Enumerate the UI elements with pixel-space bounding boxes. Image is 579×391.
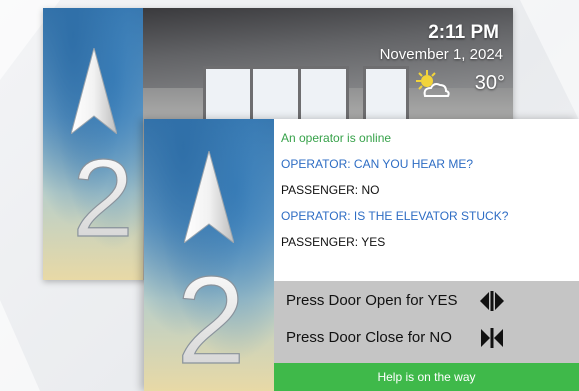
chat-log: An operator is online OPERATOR: CAN YOU … xyxy=(281,125,579,255)
chat-line-passenger: PASSENGER: YES xyxy=(281,235,386,249)
no-instruction: Press Door Close for NO xyxy=(286,329,452,346)
instructions-panel: Press Door Open for YES Press Door Close… xyxy=(274,281,579,363)
status-bar: Help is on the way xyxy=(274,363,579,391)
svg-text:2: 2 xyxy=(73,144,133,244)
up-arrow-icon xyxy=(184,151,234,243)
chat-line-operator: OPERATOR: IS THE ELEVATOR STUCK? xyxy=(281,209,509,223)
clock-date: November 1, 2024 xyxy=(379,46,503,63)
temperature: 30° xyxy=(474,72,505,94)
floor-number: 2 xyxy=(178,259,244,371)
floor-number: 2 xyxy=(73,144,133,244)
up-arrow-icon xyxy=(71,48,117,134)
front-elevator-display: 2 An operator is online OPERATOR: CAN YO… xyxy=(144,119,579,391)
chat-line-operator: OPERATOR: CAN YOU HEAR ME? xyxy=(281,157,474,171)
clock-time: 2:11 PM xyxy=(428,22,499,43)
chat-line-status: An operator is online xyxy=(281,131,392,145)
yes-instruction: Press Door Open for YES xyxy=(286,292,458,309)
partly-sunny-icon xyxy=(416,70,450,97)
chat-line-passenger: PASSENGER: NO xyxy=(281,183,380,197)
door-open-icon xyxy=(480,291,504,311)
svg-text:2: 2 xyxy=(178,259,244,371)
door-close-icon xyxy=(481,328,503,348)
